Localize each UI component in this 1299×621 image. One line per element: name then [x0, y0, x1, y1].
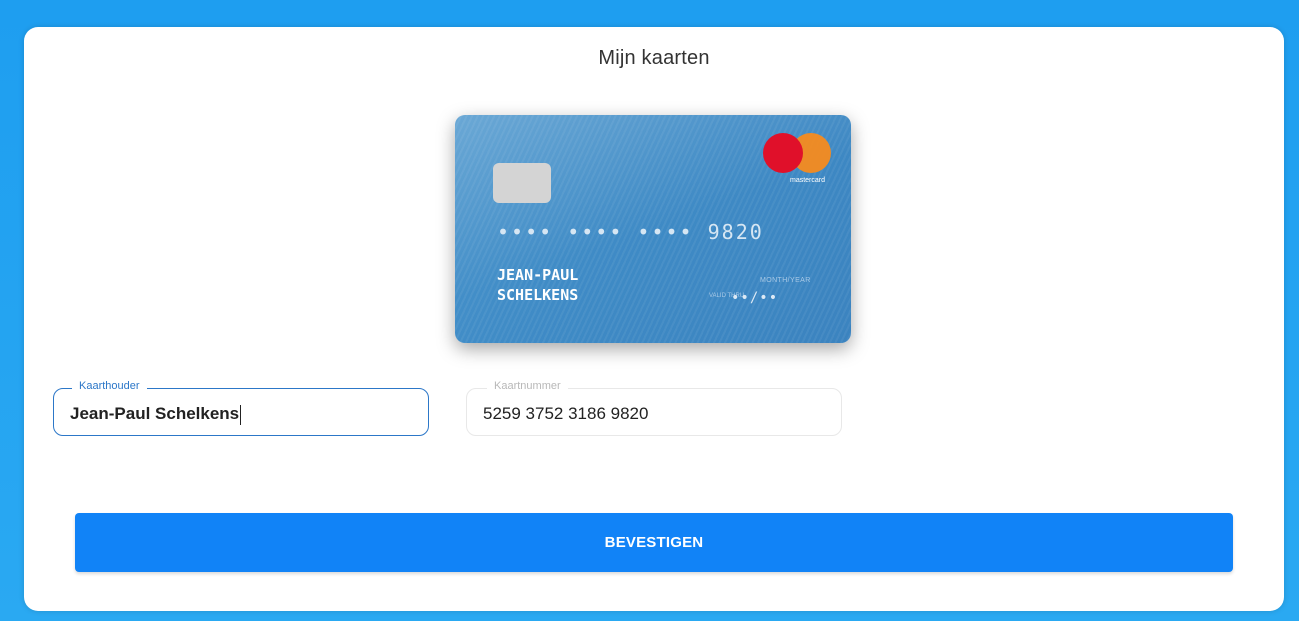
credit-card-preview: mastercard •••• •••• •••• 9820 JEAN-PAUL…	[455, 115, 851, 343]
confirm-button[interactable]: BEVESTIGEN	[75, 513, 1233, 572]
cardholder-value: Jean-Paul Schelkens	[70, 404, 240, 423]
page-title: Mijn kaarten	[598, 47, 710, 69]
card-number-input[interactable]: 5259 3752 3186 9820	[483, 404, 813, 424]
mastercard-logo-icon	[763, 133, 831, 175]
card-panel: Mijn kaarten mastercard •••• •••• •••• 9…	[24, 27, 1284, 611]
card-number-label: Kaartnummer	[487, 380, 568, 392]
card-holder-display: JEAN-PAUL SCHELKENS	[497, 265, 578, 305]
mastercard-red-circle	[763, 133, 803, 173]
cardholder-input[interactable]: Jean-Paul Schelkens	[70, 404, 400, 425]
chip-icon	[493, 163, 551, 203]
card-holder-line2: SCHELKENS	[497, 286, 579, 304]
card-number-field[interactable]: Kaartnummer 5259 3752 3186 9820	[466, 380, 842, 436]
card-number-display: •••• •••• •••• 9820	[497, 220, 764, 244]
cardholder-field[interactable]: Kaarthouder Jean-Paul Schelkens	[53, 380, 429, 436]
expiry-label: MONTH/YEAR	[760, 277, 811, 284]
expiry-display: ••/••	[731, 290, 779, 306]
card-holder-line1: JEAN-PAUL	[497, 266, 579, 284]
text-caret	[240, 404, 242, 425]
card-brand-label: mastercard	[789, 177, 825, 184]
cardholder-label: Kaarthouder	[72, 380, 147, 392]
